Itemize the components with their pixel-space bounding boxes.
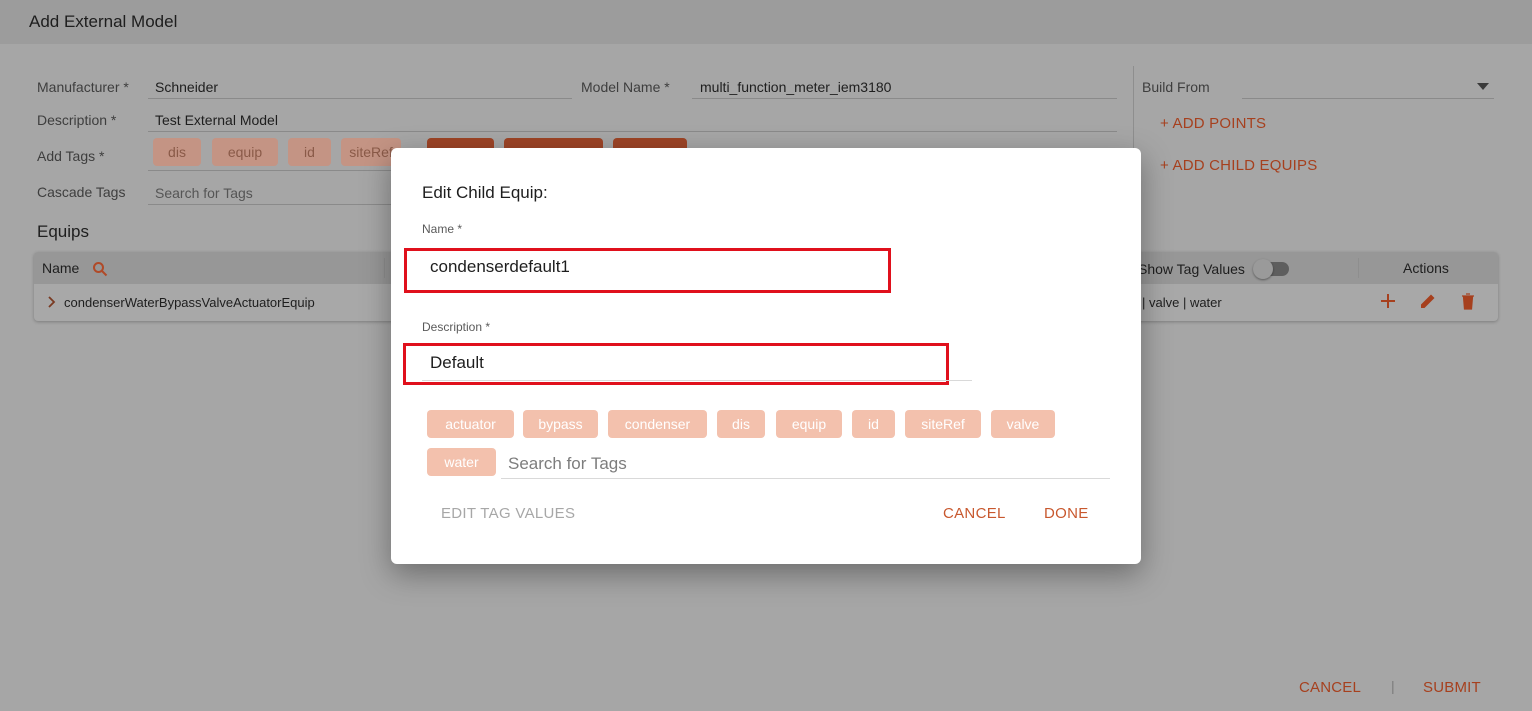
add-child-equips-button[interactable]: + ADD CHILD EQUIPS xyxy=(1160,157,1317,174)
edit-tag-values-button[interactable]: EDIT TAG VALUES xyxy=(441,505,575,522)
column-header-actions: Actions xyxy=(1403,260,1449,276)
footer-separator: | xyxy=(1391,678,1395,694)
column-header-show-tag-values: Show Tag Values xyxy=(1138,261,1245,277)
submit-button[interactable]: SUBMIT xyxy=(1423,679,1481,696)
title-bar: Add External Model xyxy=(0,0,1532,44)
edit-child-equip-dialog: Edit Child Equip: Name * condenserdefaul… xyxy=(391,148,1141,564)
tag-chip[interactable]: id xyxy=(288,138,331,166)
tag-chip[interactable]: condenser xyxy=(608,410,707,438)
manufacturer-label: Manufacturer * xyxy=(37,79,129,95)
tag-chip[interactable]: equip xyxy=(212,138,278,166)
page-title: Add External Model xyxy=(29,12,178,31)
chevron-right-icon[interactable] xyxy=(48,296,56,308)
model-name-label: Model Name * xyxy=(581,79,670,95)
tag-chip[interactable]: valve xyxy=(991,410,1055,438)
column-header-name[interactable]: Name xyxy=(42,260,79,276)
dialog-title: Edit Child Equip: xyxy=(422,183,548,202)
toggle-knob xyxy=(1253,259,1273,279)
description-highlight-box xyxy=(403,343,949,385)
tag-chip[interactable]: bypass xyxy=(523,410,598,438)
tag-chip[interactable]: dis xyxy=(717,410,765,438)
description-input[interactable]: Default xyxy=(430,353,484,373)
add-icon[interactable] xyxy=(1378,291,1398,311)
description-underline xyxy=(148,131,1117,132)
tag-chip[interactable]: actuator xyxy=(427,410,514,438)
tag-search-input[interactable] xyxy=(508,454,1108,474)
search-icon[interactable] xyxy=(92,261,108,277)
manufacturer-underline xyxy=(148,98,572,99)
model-name-underline xyxy=(692,98,1117,99)
column-divider xyxy=(384,258,385,278)
column-divider xyxy=(1358,258,1359,278)
equip-name-cell: condenserWaterBypassValveActuatorEquip xyxy=(64,295,315,310)
model-name-field[interactable]: multi_function_meter_iem3180 xyxy=(700,79,891,95)
build-from-label: Build From xyxy=(1142,79,1210,95)
cascade-tags-label: Cascade Tags xyxy=(37,184,126,200)
manufacturer-field[interactable]: Schneider xyxy=(155,79,218,95)
cascade-tags-search[interactable]: Search for Tags xyxy=(155,185,253,201)
cancel-button[interactable]: CANCEL xyxy=(943,505,1006,522)
edit-icon[interactable] xyxy=(1418,291,1438,311)
tag-chip[interactable]: siteRef xyxy=(905,410,981,438)
description-underline xyxy=(422,380,972,381)
equips-heading: Equips xyxy=(37,222,89,241)
tag-chip[interactable]: equip xyxy=(776,410,842,438)
delete-icon[interactable] xyxy=(1458,291,1478,311)
chevron-down-icon[interactable] xyxy=(1477,83,1489,91)
add-points-button[interactable]: + ADD POINTS xyxy=(1160,115,1266,132)
name-label: Name * xyxy=(422,222,463,236)
tag-chip[interactable]: id xyxy=(852,410,895,438)
build-from-underline xyxy=(1242,98,1494,99)
equip-tags-cell: | valve | water xyxy=(1142,295,1222,310)
footer-cancel-button[interactable]: CANCEL xyxy=(1299,679,1361,696)
tag-chip[interactable]: dis xyxy=(153,138,201,166)
description-field[interactable]: Test External Model xyxy=(155,112,278,128)
add-tags-label: Add Tags * xyxy=(37,148,105,164)
done-button[interactable]: DONE xyxy=(1044,505,1089,522)
show-tag-values-toggle[interactable] xyxy=(1253,259,1289,279)
description-label: Description * xyxy=(422,320,491,334)
description-label: Description * xyxy=(37,112,117,128)
tag-chip[interactable]: water xyxy=(427,448,496,476)
tag-search-underline xyxy=(501,478,1110,479)
name-input[interactable]: condenserdefault1 xyxy=(430,257,570,277)
